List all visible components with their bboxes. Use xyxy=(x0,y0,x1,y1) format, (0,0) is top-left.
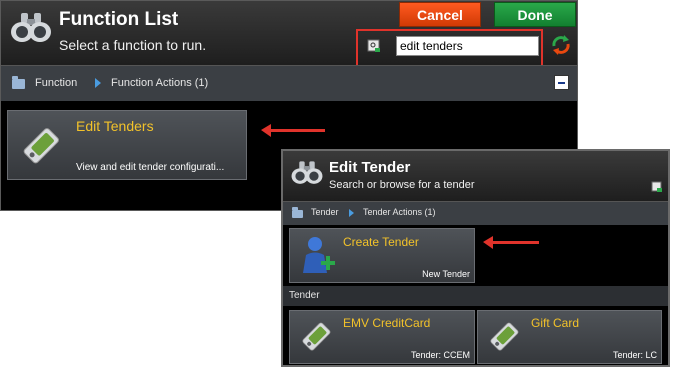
done-button[interactable]: Done xyxy=(494,2,576,27)
page-title: Edit Tender xyxy=(329,159,411,176)
section-label: Tender xyxy=(283,286,668,306)
tile-description: New Tender xyxy=(422,269,470,279)
pointer-arrow xyxy=(261,124,325,137)
breadcrumb-function[interactable]: Function xyxy=(35,77,77,89)
window-header: Edit Tender Search or browse for a tende… xyxy=(283,151,668,201)
binoculars-icon xyxy=(291,161,323,184)
breadcrumb-tender-actions[interactable]: Tender Actions (1) xyxy=(363,207,436,217)
tag-icon xyxy=(23,128,59,164)
tile-title: Create Tender xyxy=(343,235,419,249)
tile-title: EMV CreditCard xyxy=(343,316,431,330)
page-subtitle: Select a function to run. xyxy=(59,37,207,53)
tile-gift-card[interactable]: Gift Card Tender: LC xyxy=(477,310,662,364)
edit-tender-window: Edit Tender Search or browse for a tende… xyxy=(281,149,670,367)
tile-emv-creditcard[interactable]: EMV CreditCard Tender: CCEM xyxy=(289,310,475,364)
tile-edit-tenders[interactable]: Edit Tenders View and edit tender config… xyxy=(7,110,247,180)
tile-create-tender[interactable]: Create Tender New Tender xyxy=(289,228,475,283)
breadcrumb-arrow-icon xyxy=(95,78,101,88)
cancel-button[interactable]: Cancel xyxy=(399,2,481,27)
collapse-icon[interactable] xyxy=(554,75,569,90)
search-field-icon xyxy=(367,39,380,52)
folder-icon xyxy=(292,207,303,218)
search-field-icon[interactable] xyxy=(651,181,663,193)
breadcrumb-tender[interactable]: Tender xyxy=(311,207,339,217)
breadcrumb: Tender Tender Actions (1) xyxy=(283,201,668,225)
tile-description: Tender: LC xyxy=(612,350,657,360)
breadcrumb-arrow-icon xyxy=(349,209,354,217)
search-input[interactable] xyxy=(396,36,539,56)
add-user-icon xyxy=(303,237,335,273)
folder-icon xyxy=(12,76,25,89)
tile-title: Gift Card xyxy=(531,316,580,330)
tag-icon xyxy=(302,322,331,351)
search-refresh-icon[interactable] xyxy=(550,34,572,56)
binoculars-icon xyxy=(11,13,51,42)
pointer-arrow xyxy=(483,236,539,249)
breadcrumb: Function Function Actions (1) xyxy=(1,65,577,101)
breadcrumb-function-actions[interactable]: Function Actions (1) xyxy=(111,77,208,89)
tag-icon xyxy=(490,322,519,351)
page-title: Function List xyxy=(59,9,179,30)
page-subtitle: Search or browse for a tender xyxy=(329,179,475,191)
tile-description: Tender: CCEM xyxy=(410,350,470,360)
tile-description: View and edit tender configurati... xyxy=(76,162,225,173)
tile-title: Edit Tenders xyxy=(76,118,154,134)
